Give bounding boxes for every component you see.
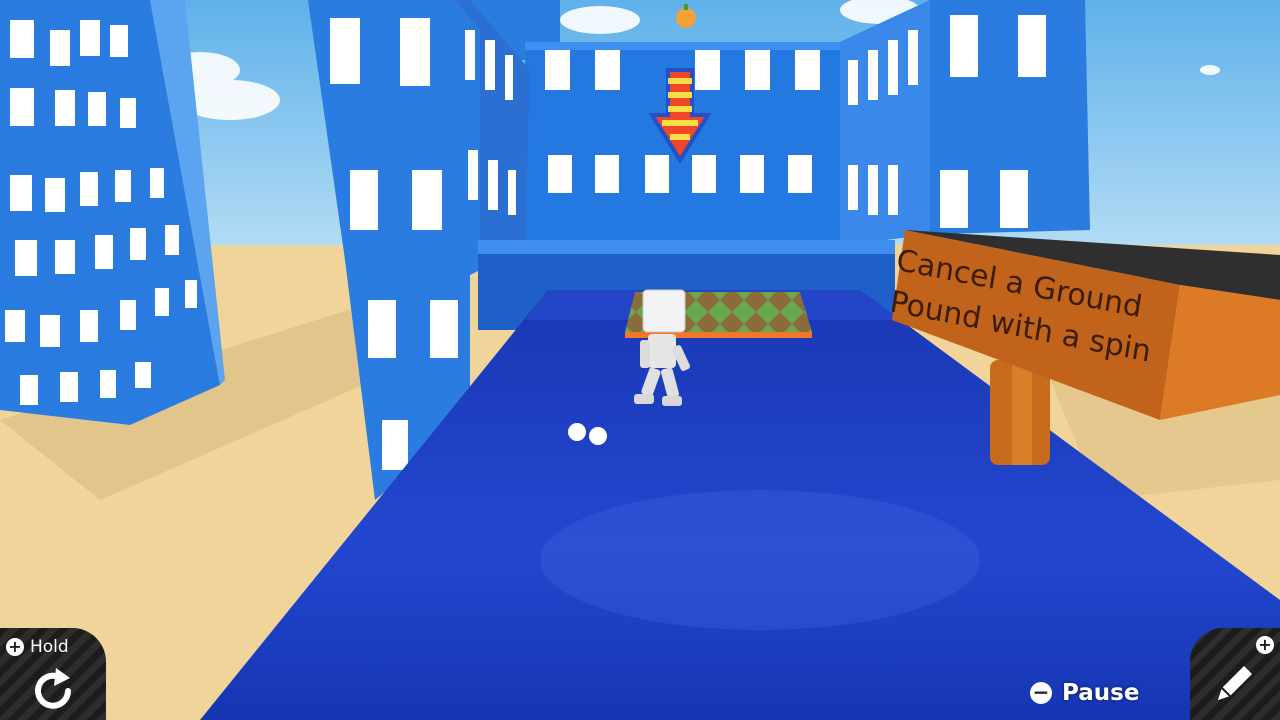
pause-button[interactable]: − Pause	[1030, 678, 1139, 708]
plus-icon: +	[1256, 636, 1274, 654]
pause-label: Pause	[1062, 680, 1140, 706]
hold-button[interactable]: + Hold	[0, 628, 106, 720]
fruit-pickup	[676, 8, 696, 28]
edit-button[interactable]: +	[1190, 628, 1280, 720]
building-right	[840, 0, 1090, 245]
pencil-icon	[1218, 666, 1252, 700]
minus-icon: −	[1030, 682, 1052, 704]
rotate-icon	[35, 668, 71, 709]
building-left	[0, 0, 225, 425]
plus-icon: +	[6, 638, 24, 656]
hold-label: Hold	[30, 637, 69, 657]
